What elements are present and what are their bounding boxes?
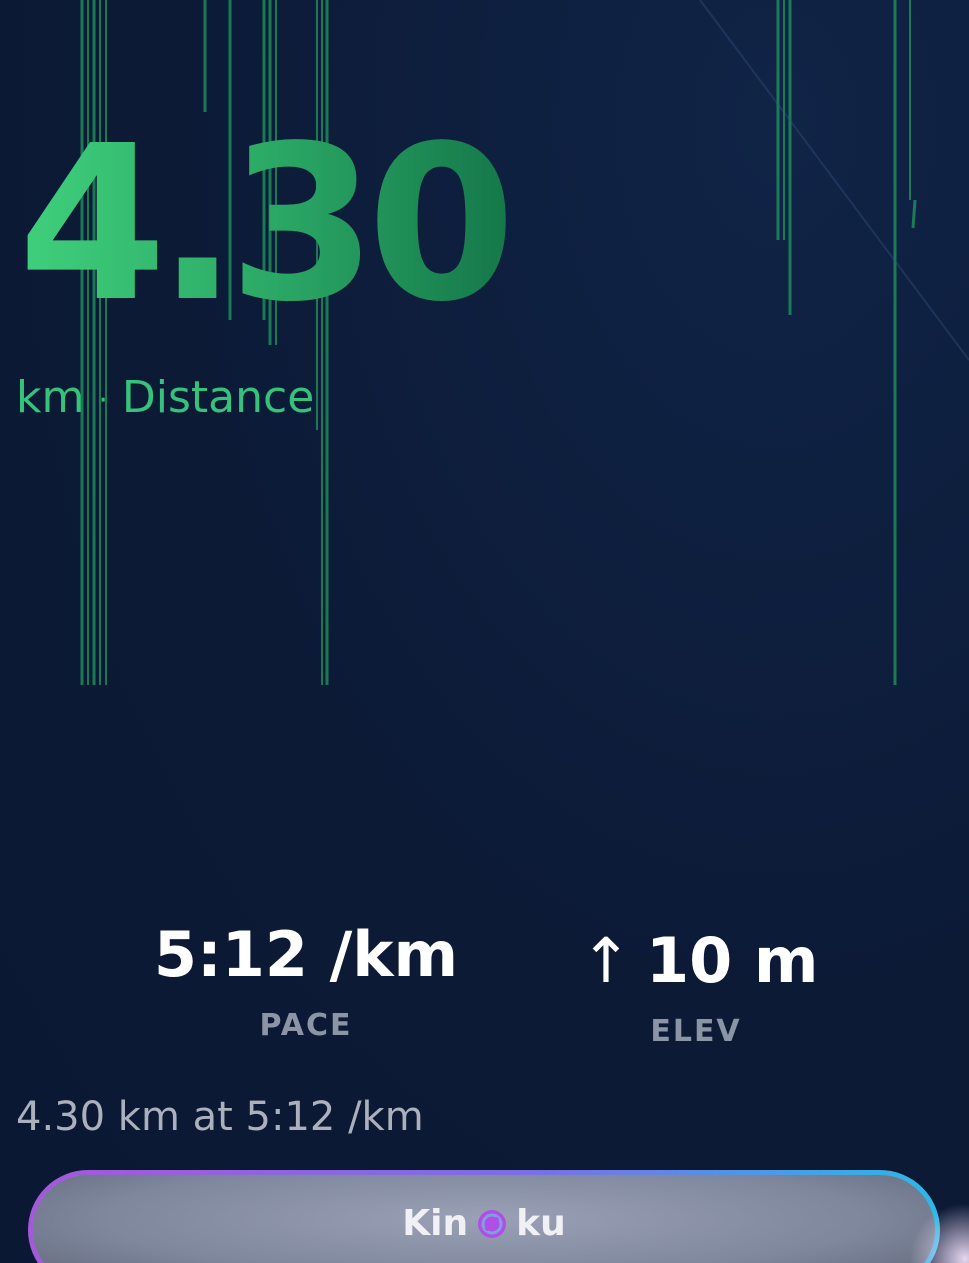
kinku-text-after: ku (516, 1203, 566, 1244)
pace-stat: 5:12 /km PACE (150, 918, 462, 1044)
elevation-value: 10 m (645, 924, 819, 997)
distance-label: Distance (121, 372, 315, 423)
elevation-stat: ↑ 10 m ELEV (580, 930, 818, 1050)
kinku-button[interactable]: Kin ku (33, 1175, 935, 1263)
kinku-logo-icon (478, 1209, 507, 1238)
arrow-up-icon: ↑ (580, 924, 632, 997)
kinku-button-border: Kin ku (28, 1170, 940, 1263)
kinku-button-label: Kin ku (402, 1203, 565, 1244)
caption-separator: · (98, 382, 108, 418)
pace-value: 5:12 /km (153, 918, 459, 991)
distance-value: 4.30 (18, 100, 516, 349)
pace-label: PACE (259, 1008, 353, 1043)
activity-screen: 4.30 km · Distance 5:12 /km PACE ↑ 10 m ELE… (0, 0, 969, 1263)
activity-summary: 4.30 km at 5:12 /km (16, 1094, 424, 1140)
distance-unit: km (16, 372, 85, 423)
distance-caption: km · Distance (16, 372, 314, 423)
elevation-value-row: ↑ 10 m (580, 930, 818, 992)
corner-glow-decoration (909, 1203, 969, 1263)
kinku-text-before: Kin (402, 1203, 469, 1244)
elevation-label: ELEV (650, 1014, 742, 1049)
